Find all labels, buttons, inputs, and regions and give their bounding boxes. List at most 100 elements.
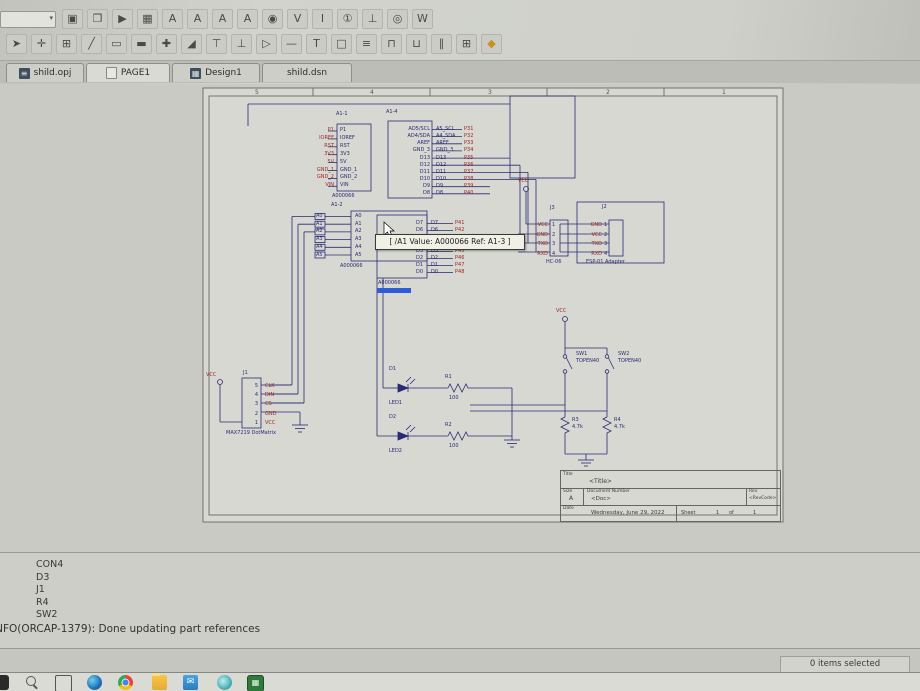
place-bus-entry-icon[interactable]: ◢ [181, 34, 202, 54]
zoom-combobox[interactable]: ▾ [0, 11, 56, 28]
search-icon[interactable] [25, 675, 40, 690]
update-properties-icon[interactable]: A [212, 9, 233, 29]
move-icon[interactable]: ✛ [31, 34, 52, 54]
place-net-alias-icon[interactable]: ▭ [106, 34, 127, 54]
grid-toggle-icon[interactable]: ⊞ [456, 34, 477, 54]
place-part-icon[interactable]: ⊞ [56, 34, 77, 54]
part-search-icon[interactable]: ◉ [262, 9, 283, 29]
zone-number: 5 [255, 89, 259, 96]
component-ref: D2 [389, 415, 396, 420]
session-log-item: SW2 [36, 609, 63, 622]
lock-icon[interactable]: ◆ [481, 34, 502, 54]
net-labels: CLK DIN CS GND VCC [265, 382, 276, 428]
align-top-icon[interactable]: ⊓ [381, 34, 402, 54]
component-value: A000066 [332, 194, 355, 199]
design-rules-check-icon[interactable]: A [237, 9, 258, 29]
pin-numbers: 5 4 3 2 1 [248, 382, 258, 428]
align-left-icon[interactable]: ≡ [356, 34, 377, 54]
distribute-icon[interactable]: ∥ [431, 34, 452, 54]
chrome-browser-icon[interactable] [118, 675, 133, 690]
open-project-icon[interactable]: ❐ [87, 9, 108, 29]
world-view-icon[interactable]: ◎ [387, 9, 408, 29]
voltage-marker-icon[interactable]: V [287, 9, 308, 29]
tab-shild-dsn[interactable]: shild.dsn [262, 63, 352, 82]
run-icon[interactable]: ▶ [112, 9, 133, 29]
session-log-item: CON4 [36, 559, 63, 572]
sheet-number: 1 [716, 511, 719, 516]
file-explorer-icon[interactable] [152, 675, 167, 690]
component-value: MAX7219 DotMatrix [226, 431, 276, 436]
browser-globe-icon[interactable] [217, 675, 232, 690]
component-ref: J1 [243, 371, 248, 376]
back-annotate-icon[interactable]: A [187, 9, 208, 29]
power-label: VCC [556, 309, 566, 314]
start-button-icon[interactable] [0, 675, 9, 690]
place-junction-icon[interactable]: ✚ [156, 34, 177, 54]
size-value: A [569, 496, 573, 502]
zone-number: 1 [722, 89, 726, 96]
component-value: ESP-01 Adapter [586, 260, 625, 265]
net-labels: A5_SCL A4_SDA AREF GND_3 D13 D12 D11 D10… [436, 126, 455, 198]
place-text-icon[interactable]: T [306, 34, 327, 54]
place-power-icon[interactable]: ⊤ [206, 34, 227, 54]
session-log-item: J1 [36, 584, 63, 597]
rev-label: Rev [749, 490, 757, 495]
toolbar-row1-icons: ▣❐▶▦AAAA◉VI①⊥◎W [56, 9, 435, 29]
tab-label: Design1 [205, 68, 242, 78]
component-ref: R2 [445, 423, 452, 428]
component-value: TOPEN40 [618, 359, 641, 364]
annotate-icon[interactable]: A [162, 9, 183, 29]
component-value: TOPEN40 [576, 359, 599, 364]
place-ground-icon[interactable]: ⊥ [231, 34, 252, 54]
date-value: Wednesday, June 29, 2022 [591, 511, 665, 517]
component-value: 4.7k [614, 425, 625, 430]
component-value: 4.7k [572, 425, 583, 430]
tab-label: shild.dsn [287, 68, 327, 78]
place-pin-icon[interactable]: — [281, 34, 302, 54]
select-icon[interactable]: ➤ [6, 34, 27, 54]
component-value: HC-06 [546, 260, 561, 265]
tab-shild-opj[interactable]: ≡ shild.opj [6, 63, 84, 82]
part-tooltip: [ /A1 Value: A000066 Ref: A1-3 ] [375, 234, 525, 250]
tab-design1[interactable]: ▦ Design1 [172, 63, 260, 82]
current-marker-icon[interactable]: I [312, 9, 333, 29]
status-bar: 0 items selected [0, 648, 920, 673]
pin-numbers: 1 2 3 4 [604, 221, 607, 260]
session-log-panel: CON4D3J1R4SW2 INFO(ORCAP-1379): Done upd… [0, 552, 920, 649]
toolbar-row-2: ➤✛⊞╱▭▬✚◢⊤⊥▷—T□≡⊓⊔∥⊞◆ [0, 32, 920, 56]
mail-icon[interactable]: ✉ [183, 675, 198, 690]
pin-names: A0 A1 A2 A3 A4 A5 [355, 213, 362, 259]
align-bottom-icon[interactable]: ⊔ [406, 34, 427, 54]
component-value: 100 [449, 396, 459, 401]
sheet-label: Sheet [681, 511, 695, 516]
waveform-icon[interactable]: W [412, 9, 433, 29]
place-wire-icon[interactable]: ╱ [81, 34, 102, 54]
power-label: VCC [518, 179, 528, 184]
component-ref: SW2 [618, 352, 629, 357]
component-ref: A1-2 [331, 203, 343, 208]
new-project-icon[interactable]: ▣ [62, 9, 83, 29]
session-log-item: D3 [36, 572, 63, 585]
net-labels: P1 IOREF RST 3V3 5V GND_1 GND_2 VIN [298, 127, 334, 190]
part-manager-icon[interactable]: ▦ [137, 9, 158, 29]
edge-browser-icon[interactable] [87, 675, 102, 690]
schematic-canvas[interactable]: 5 4 3 2 1 A1-1 P1 IOREF RST 3V3 5V GND_1… [0, 84, 920, 552]
tab-page1[interactable]: PAGE1 [86, 63, 170, 82]
component-ref: R1 [445, 375, 452, 380]
component-ref: D1 [389, 367, 396, 372]
component-ref: R3 [572, 418, 579, 423]
toolbar-row-1: ▾ ▣❐▶▦AAAA◉VI①⊥◎W [0, 6, 920, 32]
component-ref: J2 [602, 205, 607, 210]
power-label: VCC [206, 373, 216, 378]
toolbar-row2-icons: ➤✛⊞╱▭▬✚◢⊤⊥▷—T□≡⊓⊔∥⊞◆ [4, 34, 504, 54]
net-labels: A0 A1 A2 A3 A4 A5 [316, 213, 323, 259]
place-port-icon[interactable]: ▷ [256, 34, 277, 54]
orcad-capture-icon[interactable]: ▦ [247, 675, 264, 691]
project-icon: ≡ [19, 68, 30, 79]
task-view-icon[interactable] [55, 675, 72, 691]
probe-icon[interactable]: ① [337, 9, 358, 29]
place-bus-icon[interactable]: ▬ [131, 34, 152, 54]
power-marker-icon[interactable]: ⊥ [362, 9, 383, 29]
place-rectangle-icon[interactable]: □ [331, 34, 352, 54]
pin-ref-labels: P31 P32 P33 P34 P35 P36 P37 P38 P39 P40 [464, 126, 473, 198]
